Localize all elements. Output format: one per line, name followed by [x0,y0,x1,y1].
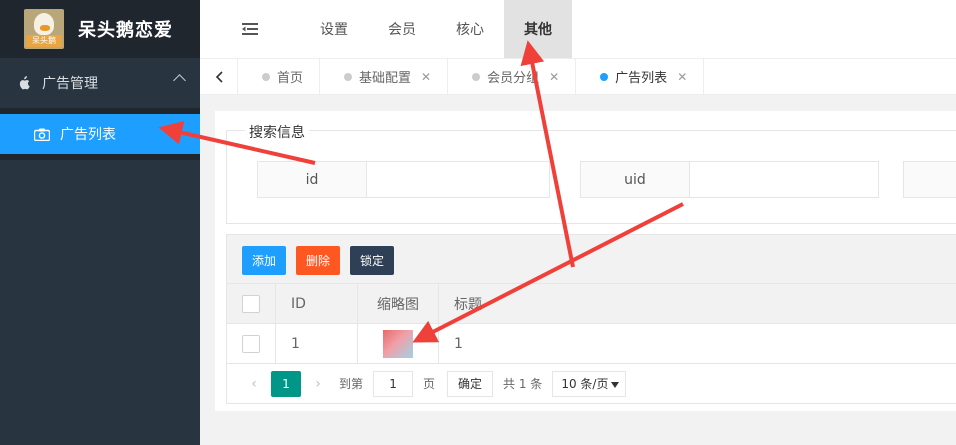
add-button[interactable]: 添加 [242,246,287,275]
delete-button[interactable]: 删除 [296,246,341,275]
nav-other[interactable]: 其他 [504,0,572,58]
apple-icon [18,76,30,90]
goto-label: 到第 [339,377,364,391]
thumbnail-image[interactable] [383,329,413,358]
page-suffix: 页 [423,377,436,391]
sidebar: 呆头鹅 呆头鹅恋爱 广告管理 广告列表 [0,0,200,445]
tab-label: 广告列表 [615,71,668,86]
field-label: 标 [904,162,956,197]
header-id: ID [276,284,358,323]
nav-members[interactable]: 会员 [368,0,436,58]
page-size-value: 10 条/页 [561,377,609,391]
search-field-uid: uid [580,161,879,198]
search-field-title: 标 [903,161,956,198]
dropdown-arrow-icon [611,381,620,388]
header-title: 标题 [454,296,482,313]
cell-id: 1 [276,324,358,363]
goose-logo-icon: 呆头鹅 [24,9,64,49]
sidebar-submenu: 广告列表 [0,108,200,160]
search-fieldset: 搜索信息 id uid 标 [226,122,956,224]
tab-dot [262,72,270,81]
chevron-up-icon [173,74,186,87]
tab-dot [600,72,609,81]
tab-label: 首页 [277,71,304,86]
close-icon[interactable]: ✕ [549,70,559,84]
content-card: 搜索信息 id uid 标 添加 删除 锁定 ID 缩略图 标题 1 1 [215,111,956,411]
pagination: ‹ 1 › 到第 1 页 确定 共 1 条 10 条/页 [226,364,956,404]
tab-basic-config[interactable]: 基础配置 ✕ [320,58,449,95]
page-number-input[interactable]: 1 [373,370,414,397]
header-thumbnail: 缩略图 [358,284,439,323]
sidebar-group-label: 广告管理 [42,76,98,92]
header-checkbox-cell [227,284,276,323]
nav-core[interactable]: 核心 [436,0,504,58]
table-row[interactable]: 1 1 [226,324,956,364]
tab-member-groups[interactable]: 会员分组 ✕ [448,58,577,95]
table-header-row: ID 缩略图 标题 [226,284,956,324]
row-checkbox-cell [227,324,276,363]
select-all-checkbox[interactable] [242,294,260,313]
uid-input[interactable] [690,162,878,197]
camera-icon [33,128,51,141]
search-legend: 搜索信息 [245,122,309,142]
close-icon[interactable]: ✕ [421,70,431,84]
nav-settings[interactable]: 设置 [300,0,368,58]
tab-dot [472,72,481,81]
cell-title: 1 [454,335,463,352]
tab-label: 会员分组 [487,71,540,86]
lock-button[interactable]: 锁定 [350,246,395,275]
tab-dot [344,72,353,81]
id-input[interactable] [367,162,549,197]
cell-thumbnail [358,324,439,363]
next-page-icon[interactable]: › [307,376,329,392]
top-navbar: 设置 会员 核心 其他 [200,0,956,58]
sidebar-group-ad-management[interactable]: 广告管理 [0,58,200,108]
action-toolbar: 添加 删除 锁定 [226,234,956,284]
current-page[interactable]: 1 [271,370,301,397]
app-title: 呆头鹅恋爱 [78,20,173,41]
tab-label: 基础配置 [359,71,412,86]
close-icon[interactable]: ✕ [677,70,687,84]
field-label: uid [581,162,690,197]
tab-home[interactable]: 首页 [238,58,321,95]
row-checkbox[interactable] [242,334,260,353]
total-count: 共 1 条 [503,377,543,391]
tabs-back-icon[interactable] [200,58,238,95]
tab-ad-list[interactable]: 广告列表 ✕ [576,58,705,95]
search-field-id: id [257,161,550,198]
page-size-select[interactable]: 10 条/页 [552,370,627,397]
field-label: id [258,162,367,197]
logo-area[interactable]: 呆头鹅 呆头鹅恋爱 [0,0,200,58]
tabs-bar: 首页 基础配置 ✕ 会员分组 ✕ 广告列表 ✕ [200,58,956,95]
prev-page-icon[interactable]: ‹ [243,376,265,392]
data-table: ID 缩略图 标题 1 1 [226,284,956,364]
sidebar-item-label: 广告列表 [60,127,116,143]
menu-toggle-icon[interactable] [200,0,300,58]
sidebar-item-ad-list[interactable]: 广告列表 [0,114,200,154]
confirm-page-button[interactable]: 确定 [447,370,494,397]
